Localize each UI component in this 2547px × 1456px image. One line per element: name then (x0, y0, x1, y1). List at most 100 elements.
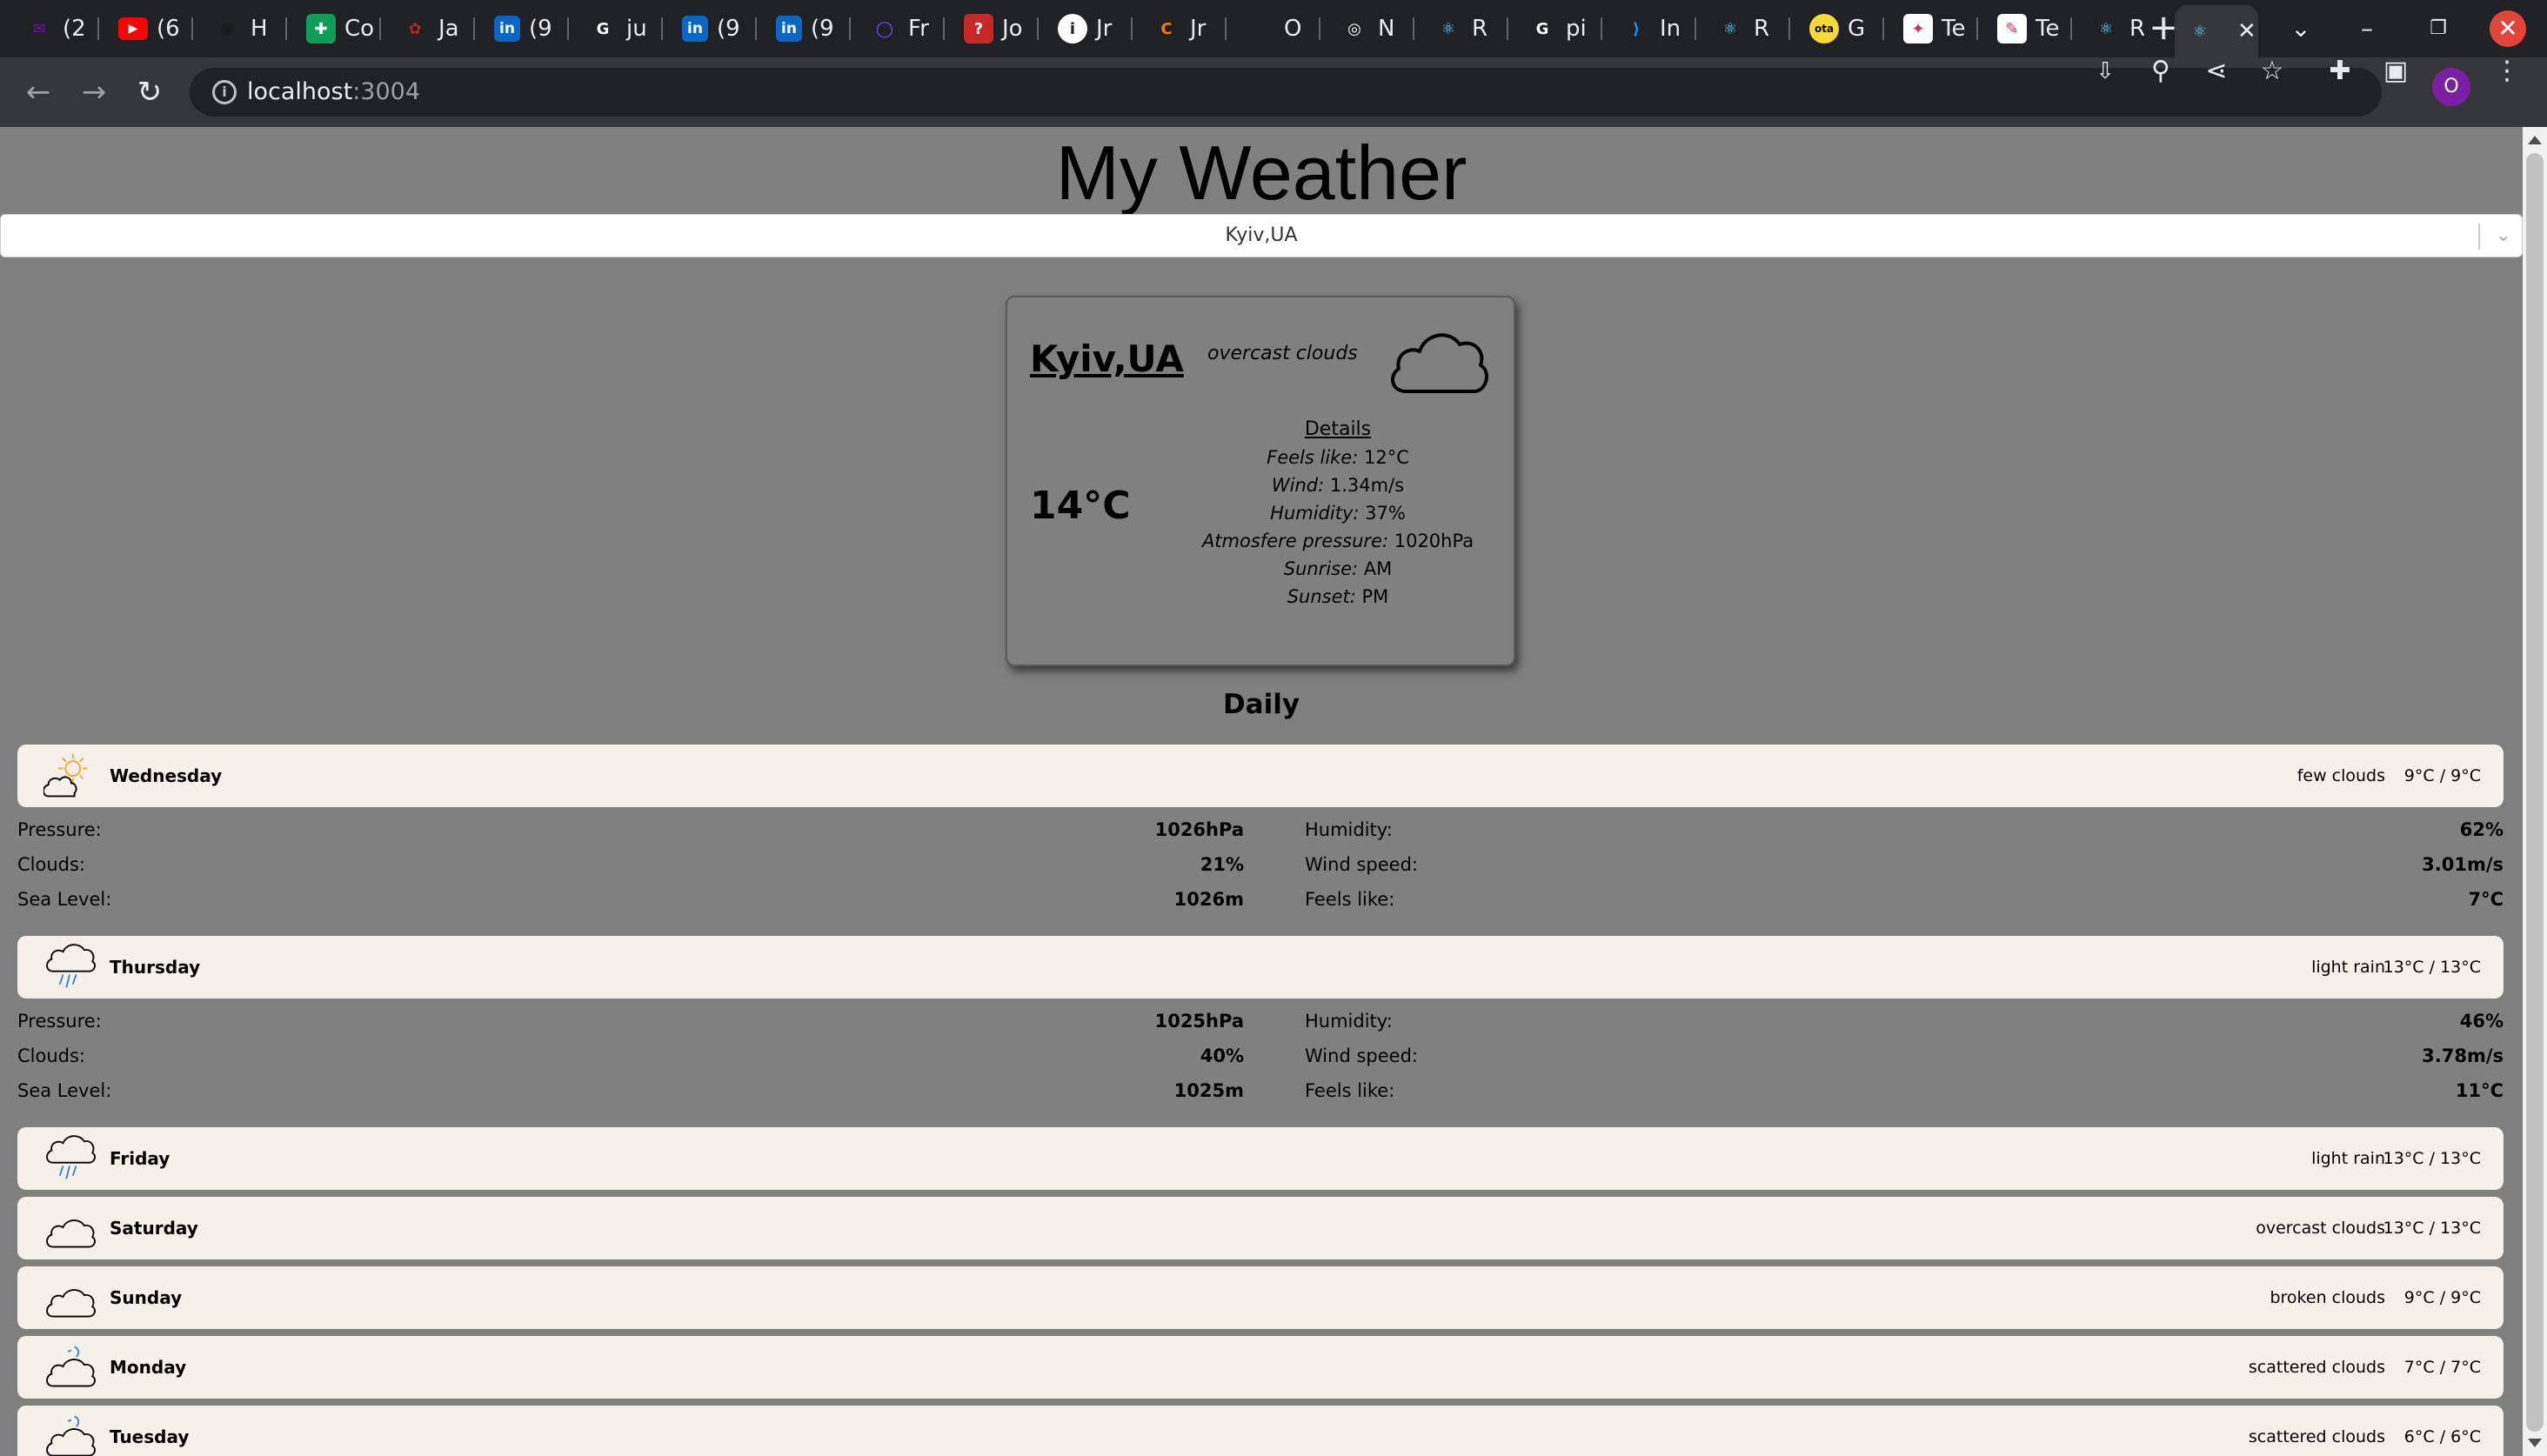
day-row[interactable]: Sunday broken clouds 9°C / 9°C (17, 1266, 2504, 1329)
tab-search-chevron-icon[interactable]: ⌄ (2281, 10, 2321, 47)
new-tab-button[interactable]: + (2143, 9, 2183, 49)
day-name: Thursday (110, 957, 201, 978)
address-bar[interactable]: i localhost:3004 (190, 68, 2382, 117)
browser-tab[interactable]: Gpi (1517, 9, 1602, 49)
browser-tab[interactable]: in (9 (484, 9, 569, 49)
browser-tab[interactable]: ✎ Te (1987, 9, 2072, 49)
browser-tab[interactable]: C Jr (1141, 9, 1227, 49)
extensions-puzzle-icon[interactable]: ✚ (2321, 52, 2359, 90)
site-info-icon[interactable]: i (212, 80, 237, 104)
wind-cloud-icon (46, 1346, 96, 1387)
bookmark-star-icon[interactable]: ☆ (2253, 52, 2291, 90)
browser-tab[interactable]: ? Jo (953, 9, 1039, 49)
minimize-icon[interactable]: – (2347, 10, 2387, 47)
tab-separator (1225, 17, 1227, 40)
browser-tab[interactable]: ✦ Te (1893, 9, 1978, 49)
browser-chrome: ✉ (2 ▶ (6 ◉ H ✚ Co ✿ Ja in (9 Gju in (9 in (9 ◯ Fr? Jo i Jr C J… (0, 0, 2547, 127)
browser-tab[interactable]: ⚛ R (1423, 9, 1508, 49)
detail-row: Humidity: 37% (1173, 499, 1503, 527)
circle-icon: ◯ (875, 19, 894, 38)
window-close-icon[interactable]: ✕ (2490, 10, 2526, 47)
side-panel-icon[interactable]: ▣ (2377, 52, 2415, 90)
page-scrollbar[interactable] (2523, 127, 2547, 1456)
browser-tab[interactable]: ⟩ In (1611, 9, 1696, 49)
forward-arrow-icon[interactable]: → (73, 71, 115, 113)
browser-tab[interactable]: i Jr (1047, 9, 1133, 49)
ota-icon: ota (1809, 14, 1839, 43)
day-row[interactable]: Thursday light rain 13°C / 13°C (17, 936, 2504, 998)
linkedin-icon: in (494, 16, 520, 42)
day-details: Pressure: 1025hPa Humidity: 46% Clouds: 40% Wi… (17, 1004, 2504, 1108)
detail-value: 3.78m/s (2422, 1045, 2504, 1066)
day-row[interactable]: Tuesday scattered clouds 6°C / 6°C (17, 1406, 2504, 1456)
day-description: few clouds (2296, 766, 2385, 785)
tab-close-icon[interactable]: ✕ (2237, 18, 2256, 44)
browser-tab[interactable]: ✚ Co (296, 9, 381, 49)
reload-icon[interactable]: ↻ (129, 71, 170, 113)
browser-tab[interactable]: ◯ Fr (859, 9, 945, 49)
url-text[interactable]: localhost:3004 (247, 78, 420, 105)
browser-tab[interactable]: ✿ Ja (390, 9, 475, 49)
scroll-up-arrow-icon[interactable] (2528, 136, 2542, 144)
tab-separator (849, 17, 851, 40)
browser-tab[interactable]: ⚛ ✕ (2175, 5, 2258, 57)
tab-title: (9 (717, 16, 740, 42)
browser-tab[interactable]: ota G (1799, 9, 1884, 49)
detail-label: Humidity: (1270, 503, 1360, 524)
detail-label: Feels like: (1267, 447, 1359, 468)
zoom-icon[interactable]: ⚲ (2142, 52, 2180, 90)
tab-separator (755, 17, 757, 40)
tab-title: G (1848, 16, 1866, 42)
browser-tab[interactable]: ◎ N (1329, 9, 1414, 49)
tab-separator (1788, 17, 1790, 40)
detail-label: Clouds: (17, 1045, 86, 1066)
detail-label: Sunset: (1287, 586, 1356, 607)
tab-separator (379, 17, 381, 40)
browser-tab[interactable]: ◉ H (202, 9, 287, 49)
day-temperature: 13°C / 13°C (2383, 1219, 2481, 1238)
city-select[interactable]: Kyiv,UA ⌄ (0, 214, 2523, 257)
day-row[interactable]: Friday light rain 13°C / 13°C (17, 1127, 2504, 1190)
current-city: Kyiv,UA (1030, 337, 1184, 380)
browser-tab[interactable]: ⚛ R (1705, 9, 1790, 49)
browser-tab[interactable]: Gju (578, 9, 663, 49)
detail-label: Feels like: (1305, 889, 1395, 910)
browser-tab[interactable]: in (9 (672, 9, 757, 49)
tab-title: Te (2036, 16, 2060, 42)
tab-title: (9 (529, 16, 552, 42)
pen-icon: ✎ (1997, 14, 2027, 43)
tab-title: pi (1566, 16, 1587, 42)
tab-title: (9 (811, 16, 834, 42)
tab-title: Jr (1096, 16, 1113, 42)
detail-row: Sunset: PM (1173, 583, 1503, 611)
profile-avatar[interactable]: O (2432, 68, 2470, 106)
day-row[interactable]: Wednesday few clouds 9°C / 9°C (17, 745, 2504, 807)
scroll-down-arrow-icon[interactable] (2528, 1439, 2542, 1447)
share-icon[interactable]: ⋖ (2197, 52, 2236, 90)
restore-icon[interactable]: ❐ (2418, 10, 2458, 47)
cloud-icon (1391, 333, 1488, 393)
tab-title: ju (626, 16, 647, 42)
detail-row: Wind: 1.34m/s (1173, 471, 1503, 499)
app-icon: ◉ (220, 19, 234, 38)
browser-tab[interactable]: ▶ (6 (108, 9, 193, 49)
browser-tab[interactable]: in (9 (765, 9, 851, 49)
back-arrow-icon[interactable]: ← (17, 71, 59, 113)
detail-value: 40% (1200, 1045, 1244, 1066)
day-row[interactable]: Saturday overcast clouds 13°C / 13°C (17, 1197, 2504, 1259)
tab-separator (1319, 17, 1320, 40)
browser-tab[interactable]: ✉ (2 (14, 9, 99, 49)
chrome-icon: ◎ (1347, 19, 1361, 38)
day-row[interactable]: Monday scattered clouds 7°C / 7°C (17, 1336, 2504, 1399)
tab-title: Jo (1002, 16, 1023, 42)
detail-label: Sea Level: (17, 1080, 112, 1101)
scrollbar-thumb[interactable] (2526, 153, 2544, 1432)
detail-label: Sunrise: (1283, 558, 1359, 579)
detail-value: 3.01m/s (2422, 854, 2504, 875)
browser-toolbar: ← → ↻ i localhost:3004 ⇩ ⚲ ⋖ ☆ ✚ ▣ O ⋮ (0, 56, 2547, 127)
browser-menu-icon[interactable]: ⋮ (2488, 52, 2526, 90)
browser-tab[interactable]: ● O (1235, 9, 1320, 49)
install-app-icon[interactable]: ⇩ (2086, 52, 2124, 90)
chevron-down-icon[interactable]: ⌄ (2496, 215, 2511, 257)
detail-row: Sunrise: AM (1173, 555, 1503, 583)
